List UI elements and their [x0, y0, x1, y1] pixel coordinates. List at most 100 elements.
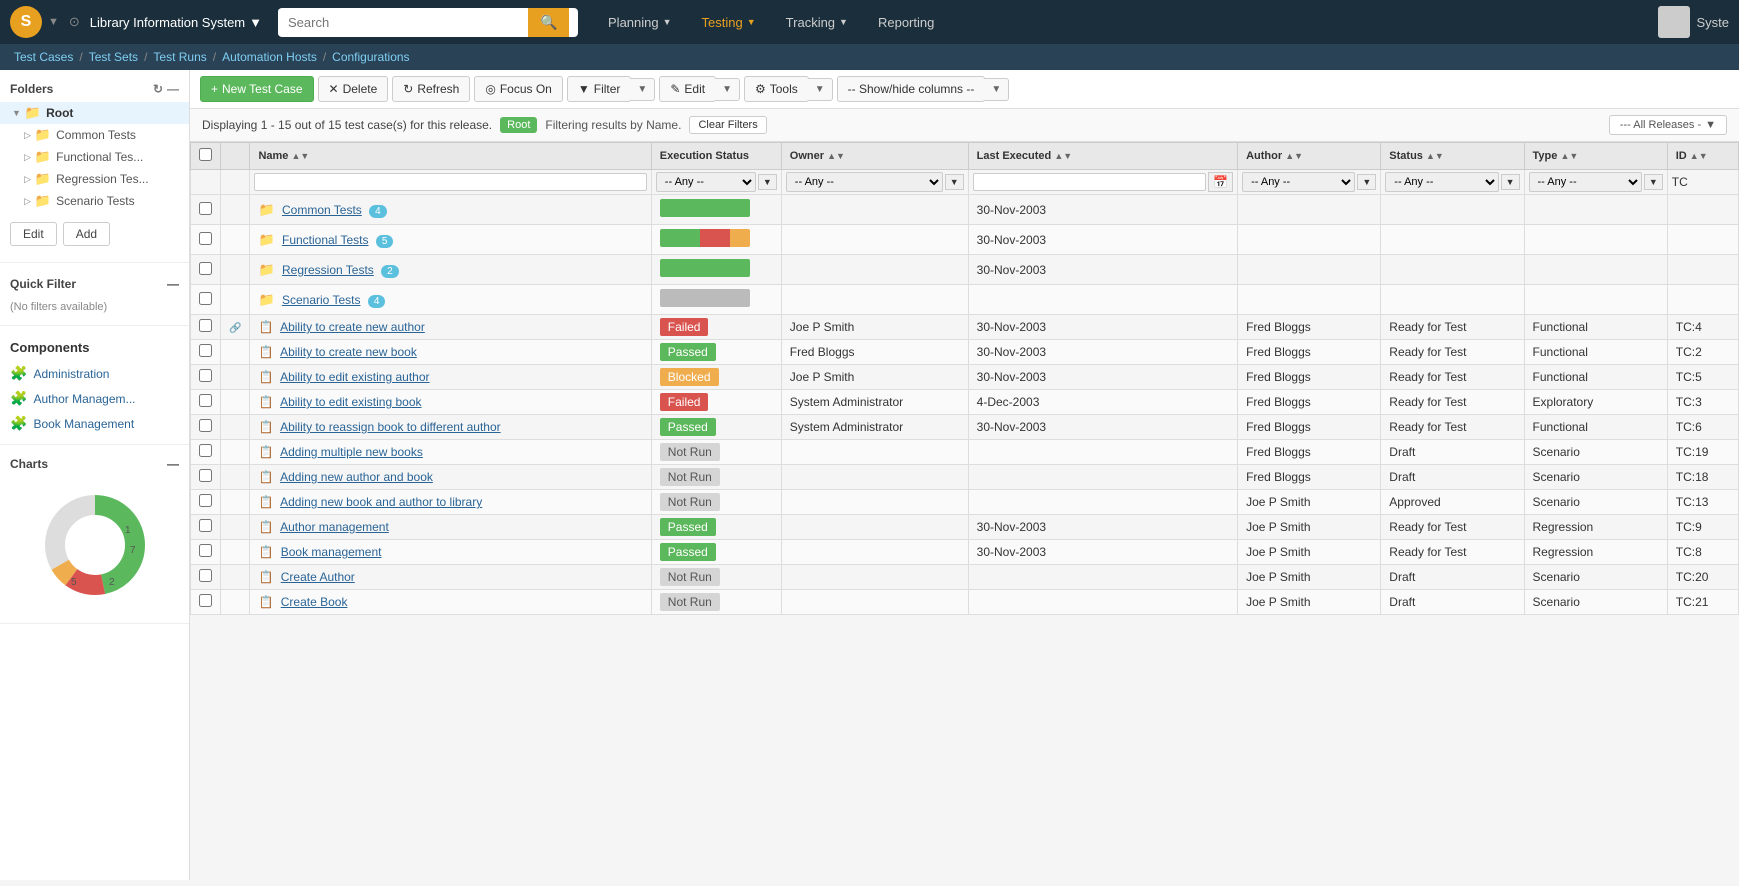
row-name-cell: 📋 Create Book [250, 590, 651, 615]
focus-on-button[interactable]: ◎ Focus On [474, 76, 563, 102]
nav-reporting[interactable]: Reporting [864, 7, 948, 38]
owner-filter[interactable]: -- Any -- [786, 172, 943, 192]
header-type[interactable]: Type ▲▼ [1524, 143, 1667, 170]
folders-refresh-icon[interactable]: ↻ [153, 82, 163, 96]
breadcrumb-test-runs[interactable]: Test Runs [153, 50, 206, 64]
nav-testing[interactable]: Testing ▼ [688, 7, 770, 38]
edit-toolbar-button[interactable]: ✎ Edit [659, 76, 716, 102]
test-case-name-link[interactable]: Adding new author and book [280, 470, 433, 484]
test-case-name-link[interactable]: Create Author [281, 570, 355, 584]
component-administration[interactable]: 🧩 Administration [0, 361, 189, 386]
folder-regression-tests[interactable]: ▷ 📁 Regression Tes... [0, 168, 189, 190]
logo-dropdown-arrow[interactable]: ▼ [48, 16, 59, 28]
edit-dropdown-arrow[interactable]: ▼ [715, 78, 740, 101]
new-test-case-button[interactable]: + New Test Case [200, 76, 314, 102]
edit-button[interactable]: Edit [10, 222, 57, 246]
add-button[interactable]: Add [63, 222, 110, 246]
select-all-checkbox[interactable] [199, 148, 212, 161]
test-case-name-link[interactable]: Adding new book and author to library [280, 495, 482, 509]
tools-button[interactable]: ⚙ Tools [744, 76, 809, 102]
row-checkbox[interactable] [199, 394, 212, 407]
header-author[interactable]: Author ▲▼ [1238, 143, 1381, 170]
row-checkbox[interactable] [199, 569, 212, 582]
row-checkbox[interactable] [199, 494, 212, 507]
test-case-name-link[interactable]: Ability to create new author [280, 320, 425, 334]
row-checkbox[interactable] [199, 544, 212, 557]
row-id: TC:6 [1667, 415, 1738, 440]
test-case-name-link[interactable]: Create Book [281, 595, 348, 609]
tools-dropdown-arrow[interactable]: ▼ [808, 78, 833, 101]
row-checkbox[interactable] [199, 519, 212, 532]
refresh-button[interactable]: ↻ Refresh [392, 76, 470, 102]
folder-name-link[interactable]: Regression Tests [282, 263, 374, 277]
filter-button[interactable]: ▼ Filter [567, 76, 632, 102]
folders-collapse-icon[interactable]: — [167, 82, 179, 96]
folder-name-link[interactable]: Common Tests [282, 203, 362, 217]
test-case-name-link[interactable]: Ability to reassign book to different au… [280, 420, 501, 434]
charts-collapse-icon[interactable]: — [167, 457, 179, 471]
clear-filters-button[interactable]: Clear Filters [689, 116, 766, 134]
row-checkbox[interactable] [199, 319, 212, 332]
all-releases-button[interactable]: --- All Releases - ▼ [1609, 115, 1727, 135]
type-filter[interactable]: -- Any -- [1529, 172, 1642, 192]
row-type: Exploratory [1524, 390, 1667, 415]
filter-dropdown-arrow[interactable]: ▼ [630, 78, 655, 101]
row-checkbox[interactable] [199, 232, 212, 245]
nav-tracking[interactable]: Tracking ▼ [772, 7, 862, 38]
status-filter[interactable]: -- Any -- [1385, 172, 1498, 192]
app-dropdown-arrow[interactable]: ▼ [249, 15, 262, 30]
owner-drop-arrow[interactable]: ▼ [945, 174, 964, 190]
test-case-name-link[interactable]: Ability to create new book [280, 345, 417, 359]
search-button[interactable]: 🔍 [528, 8, 569, 37]
exec-status-drop-arrow[interactable]: ▼ [758, 174, 777, 190]
exec-status-filter[interactable]: -- Any -- [656, 172, 756, 192]
row-checkbox[interactable] [199, 369, 212, 382]
header-id[interactable]: ID ▲▼ [1667, 143, 1738, 170]
folder-name-link[interactable]: Functional Tests [282, 233, 369, 247]
header-status[interactable]: Status ▲▼ [1381, 143, 1524, 170]
nav-planning[interactable]: Planning ▼ [594, 7, 686, 38]
delete-button[interactable]: ✕ Delete [318, 76, 389, 102]
breadcrumb-test-sets[interactable]: Test Sets [89, 50, 138, 64]
folder-functional-tests[interactable]: ▷ 📁 Functional Tes... [0, 146, 189, 168]
row-checkbox[interactable] [199, 344, 212, 357]
author-drop-arrow[interactable]: ▼ [1357, 174, 1376, 190]
columns-dropdown-arrow[interactable]: ▼ [984, 78, 1009, 101]
author-filter[interactable]: -- Any -- [1242, 172, 1355, 192]
test-case-name-link[interactable]: Author management [280, 520, 389, 534]
name-filter-input[interactable] [254, 173, 646, 191]
test-case-name-link[interactable]: Ability to edit existing book [280, 395, 421, 409]
app-name[interactable]: Library Information System ▼ [90, 15, 262, 30]
logo-button[interactable]: S [10, 6, 42, 38]
folder-root[interactable]: ▼ 📁 Root [0, 102, 189, 124]
test-case-name-link[interactable]: Ability to edit existing author [280, 370, 429, 384]
show-hide-columns-button[interactable]: -- Show/hide columns -- [837, 76, 986, 102]
search-input[interactable] [278, 9, 528, 36]
component-book-management[interactable]: 🧩 Book Management [0, 411, 189, 436]
row-checkbox[interactable] [199, 262, 212, 275]
header-name[interactable]: Name ▲▼ [250, 143, 651, 170]
breadcrumb-automation-hosts[interactable]: Automation Hosts [222, 50, 317, 64]
folder-name-link[interactable]: Scenario Tests [282, 293, 361, 307]
row-checkbox[interactable] [199, 292, 212, 305]
row-checkbox[interactable] [199, 202, 212, 215]
calendar-icon[interactable]: 📅 [1208, 172, 1233, 192]
component-author-management[interactable]: 🧩 Author Managem... [0, 386, 189, 411]
folder-common-tests[interactable]: ▷ 📁 Common Tests [0, 124, 189, 146]
last-exec-filter-input[interactable] [973, 173, 1206, 191]
test-case-name-link[interactable]: Adding multiple new books [280, 445, 423, 459]
folder-scenario-tests[interactable]: ▷ 📁 Scenario Tests [0, 190, 189, 212]
header-owner[interactable]: Owner ▲▼ [781, 143, 968, 170]
breadcrumb-configurations[interactable]: Configurations [332, 50, 409, 64]
row-checkbox[interactable] [199, 444, 212, 457]
header-last-executed[interactable]: Last Executed ▲▼ [968, 143, 1237, 170]
breadcrumb-test-cases[interactable]: Test Cases [14, 50, 73, 64]
row-checkbox[interactable] [199, 419, 212, 432]
user-avatar[interactable] [1658, 6, 1690, 38]
type-drop-arrow[interactable]: ▼ [1644, 174, 1663, 190]
row-checkbox[interactable] [199, 594, 212, 607]
status-drop-arrow[interactable]: ▼ [1501, 174, 1520, 190]
row-checkbox[interactable] [199, 469, 212, 482]
quick-filter-collapse[interactable]: — [167, 277, 179, 291]
test-case-name-link[interactable]: Book management [281, 545, 382, 559]
